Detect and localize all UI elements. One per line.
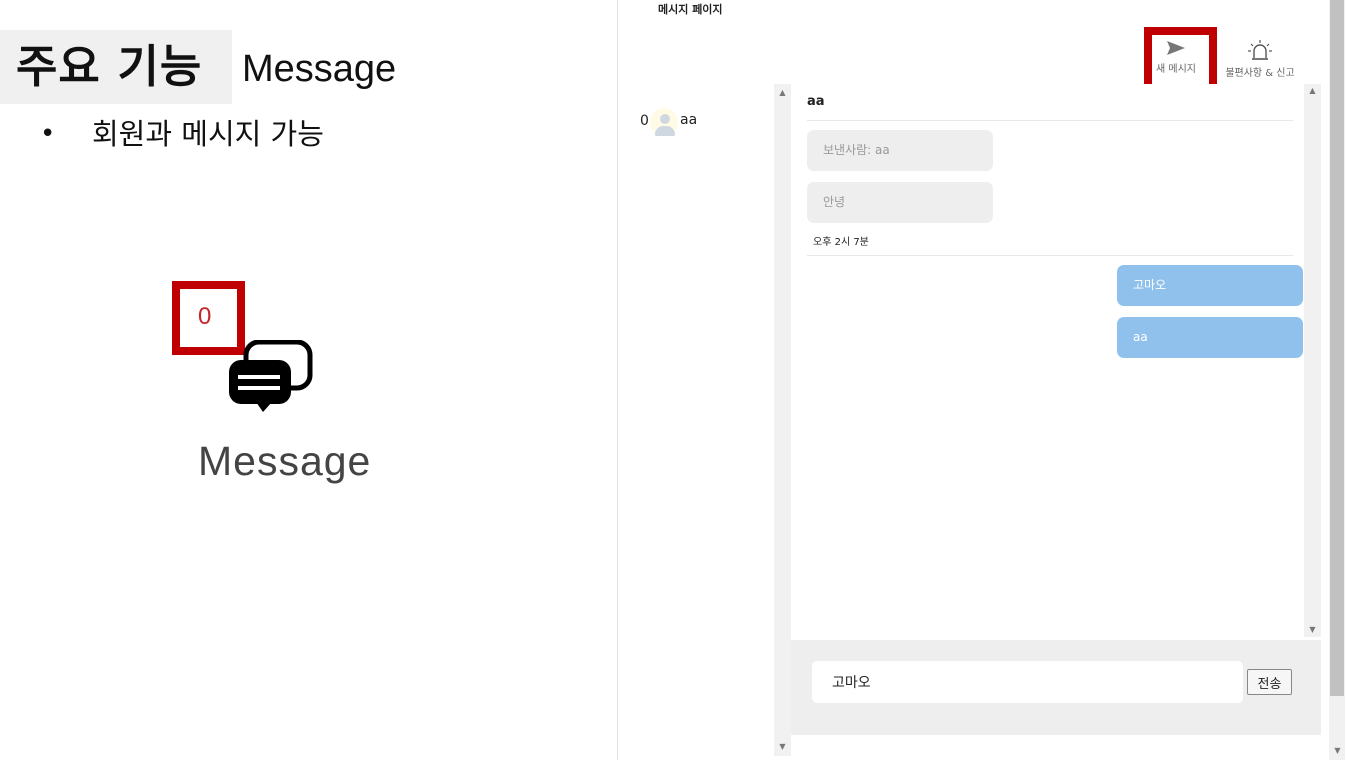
slide-subtitle: Message — [242, 48, 397, 90]
incoming-message: 안녕 — [807, 182, 993, 223]
alarm-siren-icon — [1248, 40, 1272, 60]
report-label: 불편사항 & 신고 — [1225, 68, 1295, 79]
message-timestamp: 오후 2시 7분 — [813, 237, 869, 248]
conversation-item[interactable]: 0 aa — [638, 108, 758, 138]
message-compose-area: 전송 — [791, 640, 1321, 735]
incoming-message: 보낸사람: aa — [807, 130, 993, 171]
scroll-up-arrow-icon[interactable]: ▲ — [1304, 84, 1321, 98]
message-label: Message — [198, 438, 372, 484]
outgoing-message: 고마오 — [1117, 265, 1303, 306]
bullet-text: 회원과 메시지 가능 — [92, 117, 324, 151]
chat-scrollbar[interactable]: ▲ ▼ — [1304, 84, 1321, 637]
message-input[interactable] — [812, 661, 1243, 703]
chat-header: aa — [807, 94, 825, 109]
conversation-count: 0 — [640, 113, 649, 129]
page-heading: 메시지 페이지 — [658, 3, 723, 16]
page-scrollbar[interactable]: ▼ — [1329, 0, 1345, 760]
scroll-down-arrow-icon[interactable]: ▼ — [1329, 744, 1346, 758]
message-count: 0 — [198, 303, 212, 330]
divider — [807, 120, 1293, 121]
conversation-list-scrollbar[interactable]: ▲ ▼ — [774, 84, 791, 756]
report-button[interactable]: 불편사항 & 신고 — [1218, 36, 1302, 86]
page-scrollbar-thumb[interactable] — [1330, 0, 1344, 696]
chat-panel: aa 보낸사람: aa 안녕 오후 2시 7분 고마오 aa ▲ ▼ 전송 — [791, 84, 1322, 756]
send-button[interactable]: 전송 — [1247, 669, 1292, 695]
scroll-down-arrow-icon[interactable]: ▼ — [1304, 623, 1321, 637]
scroll-up-arrow-icon[interactable]: ▲ — [774, 86, 791, 100]
bullet-marker: • — [40, 119, 56, 149]
chat-bubbles-icon[interactable] — [226, 340, 316, 414]
scroll-down-arrow-icon[interactable]: ▼ — [774, 740, 791, 754]
conversation-name: aa — [680, 112, 698, 128]
divider — [807, 255, 1293, 256]
outgoing-message: aa — [1117, 317, 1303, 358]
message-page-screenshot: 메시지 페이지 새 메시지 불편사항 & 신고 0 aa ▲ ▼ aa 보낸사람… — [617, 0, 1329, 760]
slide-title: 주요 기능 — [16, 40, 203, 93]
avatar-icon — [650, 108, 678, 136]
